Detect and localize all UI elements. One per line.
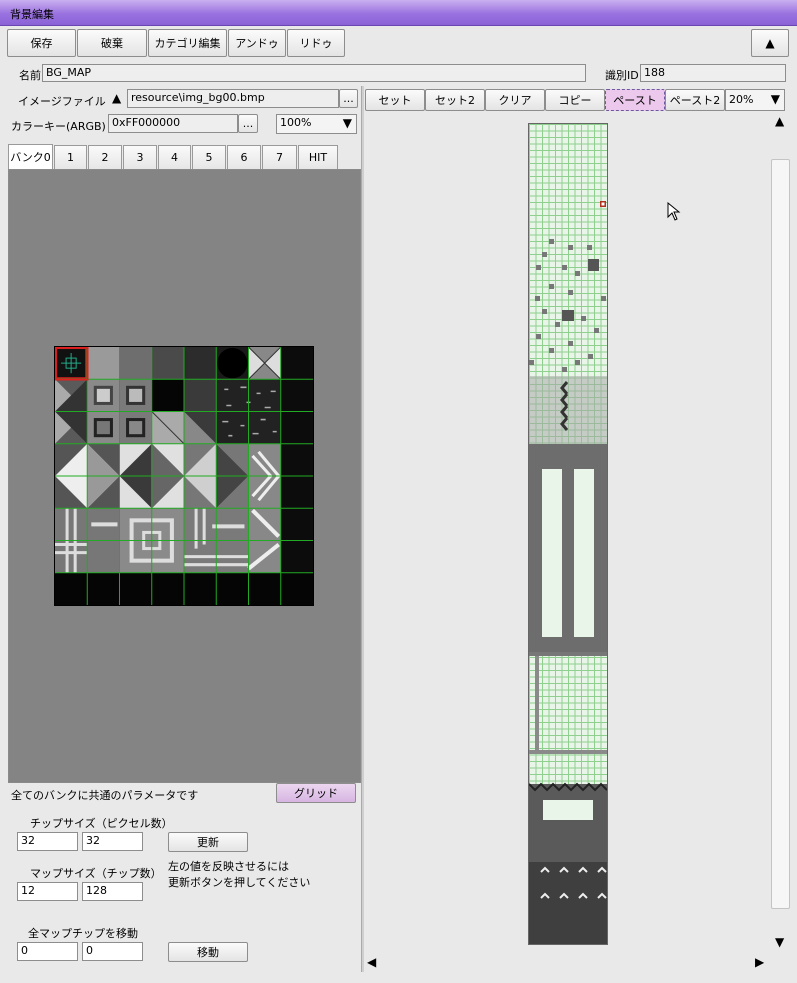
copy-button[interactable]: コピー: [545, 89, 605, 111]
tab-bank-0[interactable]: バンク0: [8, 144, 53, 169]
paste2-button[interactable]: ペースト2: [665, 89, 725, 111]
set2-button[interactable]: セット2: [425, 89, 485, 111]
tile-sheet-canvas[interactable]: [54, 346, 314, 606]
map-zoom-value: 20%: [729, 93, 754, 106]
image-zoom-select[interactable]: 100% ▼: [276, 114, 357, 134]
window-title-bar: 背景編集: [0, 0, 797, 26]
undo-button[interactable]: アンドゥ: [228, 29, 286, 57]
map-tiles: [529, 201, 607, 944]
chevron-down-icon: ▼: [770, 92, 780, 106]
tab-bank-1[interactable]: 1: [54, 145, 87, 169]
color-key-field[interactable]: 0xFF000000: [108, 114, 238, 133]
collapse-toolbar-button[interactable]: ▲: [751, 29, 789, 57]
discard-button[interactable]: 破棄: [77, 29, 147, 57]
tab-bank-4[interactable]: 4: [158, 145, 191, 169]
update-button[interactable]: 更新: [168, 832, 248, 852]
name-field[interactable]: BG_MAP: [42, 64, 586, 82]
sort-up-icon[interactable]: ▲: [112, 91, 121, 105]
chip-size-label: チップサイズ（ピクセル数）: [30, 817, 173, 830]
tile-sheet-image: [55, 347, 313, 605]
tab-bank-7[interactable]: 7: [262, 145, 297, 169]
clear-button[interactable]: クリア: [485, 89, 545, 111]
name-label: 名前: [19, 69, 41, 82]
scroll-left-icon[interactable]: ◀: [367, 955, 376, 969]
grid-toggle-button[interactable]: グリッド: [276, 783, 356, 803]
scroll-up-icon[interactable]: ▲: [775, 114, 784, 128]
image-zoom-value: 100%: [280, 116, 312, 129]
redo-button[interactable]: リドゥ: [287, 29, 345, 57]
map-zoom-select[interactable]: 20% ▼: [725, 89, 785, 111]
id-field[interactable]: 188: [640, 64, 786, 82]
map-canvas[interactable]: [528, 123, 608, 945]
paste-button[interactable]: ペースト: [605, 89, 665, 111]
chevron-down-icon: ▼: [342, 116, 352, 130]
tab-bank-6[interactable]: 6: [227, 145, 261, 169]
horizontal-scrollbar[interactable]: ◀ ▶: [365, 955, 770, 971]
common-params-note: 全てのバンクに共通のパラメータです: [11, 789, 199, 802]
tab-bank-2[interactable]: 2: [88, 145, 122, 169]
update-hint-line2: 更新ボタンを押してください: [168, 876, 311, 889]
vertical-scrollbar[interactable]: ▲ ▼: [770, 113, 790, 953]
color-key-label: カラーキー(ARGB): [11, 120, 106, 133]
category-edit-button[interactable]: カテゴリ編集: [148, 29, 227, 57]
chip-height-field[interactable]: 32: [82, 832, 143, 851]
color-key-browse-button[interactable]: ...: [238, 114, 258, 133]
move-y-field[interactable]: 0: [82, 942, 143, 961]
scroll-right-icon[interactable]: ▶: [755, 955, 764, 969]
tab-bank-5[interactable]: 5: [192, 145, 226, 169]
image-file-label: イメージファイル: [18, 95, 106, 108]
chip-width-field[interactable]: 32: [17, 832, 78, 851]
tab-bank-3[interactable]: 3: [123, 145, 157, 169]
image-file-path-field[interactable]: resource\img_bg00.bmp: [127, 89, 339, 108]
map-width-field[interactable]: 12: [17, 882, 78, 901]
tab-hit[interactable]: HIT: [298, 145, 338, 169]
map-size-label: マップサイズ（チップ数）: [30, 867, 162, 880]
map-height-field[interactable]: 128: [82, 882, 143, 901]
mouse-pointer-icon: [667, 201, 681, 225]
vertical-scroll-thumb[interactable]: [771, 159, 790, 909]
move-x-field[interactable]: 0: [17, 942, 78, 961]
save-button[interactable]: 保存: [7, 29, 76, 57]
scroll-down-icon[interactable]: ▼: [775, 935, 784, 949]
move-button[interactable]: 移動: [168, 942, 248, 962]
id-label: 識別ID: [605, 69, 639, 82]
window-title: 背景編集: [10, 8, 54, 21]
move-all-chips-label: 全マップチップを移動: [28, 927, 138, 940]
set-button[interactable]: セット: [365, 89, 425, 111]
pane-splitter[interactable]: [361, 86, 364, 972]
image-file-browse-button[interactable]: ...: [339, 89, 358, 108]
update-hint-line1: 左の値を反映させるには: [168, 860, 289, 873]
